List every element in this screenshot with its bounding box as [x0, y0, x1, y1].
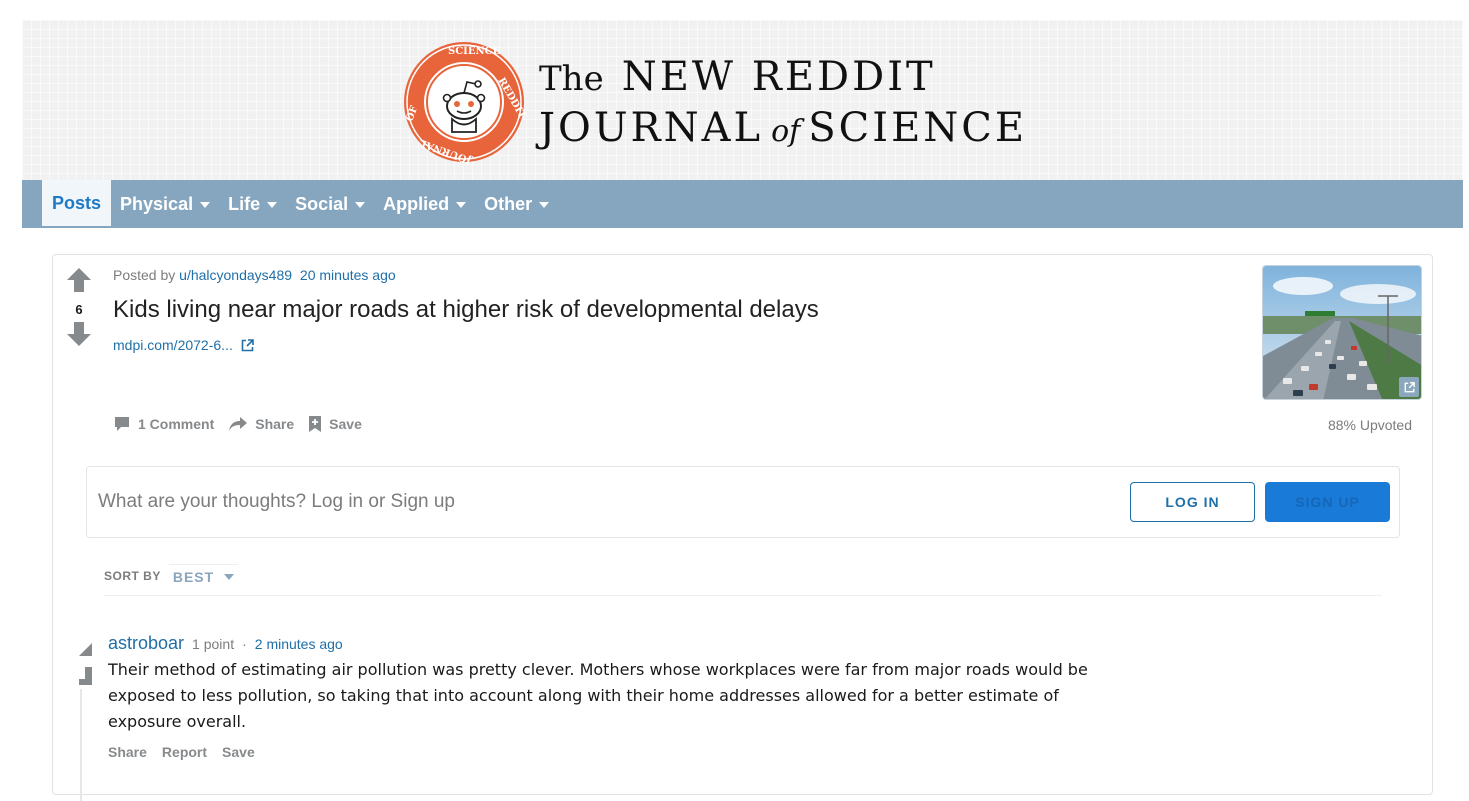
sort-by-label: SORT BY [104, 568, 161, 583]
save-button[interactable]: Save [308, 415, 362, 433]
comment-actions: Share Report Save [108, 744, 255, 760]
post-time-link[interactable]: 20 minutes ago [300, 267, 396, 283]
brand-of: of [771, 114, 801, 149]
posted-by-prefix: Posted by [113, 267, 176, 283]
brand-the: The [539, 59, 604, 99]
post-link-text: mdpi.com/2072-6... [113, 337, 233, 353]
comment-save-button[interactable]: Save [222, 744, 255, 760]
brand-journal: JOURNAL [539, 105, 764, 151]
comment-report-button[interactable]: Report [162, 744, 207, 760]
comment-upvote-icon[interactable] [77, 641, 93, 657]
post-score: 6 [75, 302, 83, 317]
comment-login-prompt-box: What are your thoughts? Log in or Sign u… [86, 466, 1400, 538]
sort-divider [104, 595, 1382, 596]
brand-science: SCIENCE [808, 105, 1028, 151]
nav-tab-applied[interactable]: Applied [374, 180, 475, 228]
comment-prompt-text[interactable]: What are your thoughts? Log in or Sign u… [98, 491, 455, 513]
comment-separator: · [242, 636, 247, 652]
log-in-button[interactable]: LOG IN [1130, 482, 1255, 522]
save-label: Save [329, 416, 362, 432]
caret-down-icon [267, 202, 278, 208]
upvote-arrow-icon[interactable] [66, 267, 92, 293]
sort-selected-value: BEST [172, 569, 215, 585]
comments-label: 1 Comment [138, 416, 215, 432]
nav-tab-label: Life [228, 193, 261, 214]
nav-tab-label: Posts [52, 192, 102, 213]
caret-down-icon [355, 202, 366, 208]
post-author-link[interactable]: u/halcyondays489 [179, 267, 292, 283]
external-link-icon [241, 338, 254, 351]
downvote-arrow-icon[interactable] [66, 321, 92, 347]
header-banner: SCIENCE REDDIT JOURNAL OF The NEW REDDIT … [22, 20, 1463, 180]
topic-nav: Posts Physical Life Social Applied Other [22, 180, 1463, 228]
svg-text:SCIENCE: SCIENCE [448, 46, 501, 57]
nav-tab-label: Applied [383, 193, 450, 214]
post-external-link[interactable]: mdpi.com/2072-6... [113, 337, 254, 353]
post-thumbnail[interactable] [1262, 265, 1422, 400]
thumbnail-external-link-icon [1399, 377, 1419, 397]
post-meta: Posted by u/halcyondays489 20 minutes ag… [113, 267, 396, 283]
nav-tab-posts[interactable]: Posts [42, 180, 112, 228]
comment-bubble-icon [115, 417, 129, 431]
caret-down-icon [200, 202, 211, 208]
post-vote-column: 6 [65, 267, 93, 352]
comment-vote-column [77, 641, 93, 691]
comment-author[interactable]: astroboar [108, 633, 184, 654]
post-title[interactable]: Kids living near major roads at higher r… [113, 296, 819, 324]
nav-tab-social[interactable]: Social [286, 180, 374, 228]
nav-tab-other[interactable]: Other [475, 180, 558, 228]
comment-share-button[interactable]: Share [108, 744, 147, 760]
journal-wordmark: The NEW REDDIT JOURNAL of SCIENCE [539, 54, 1027, 158]
comment-time[interactable]: 2 minutes ago [255, 636, 343, 652]
bookmark-plus-icon [309, 416, 322, 432]
nav-tab-label: Other [484, 193, 533, 214]
share-button[interactable]: Share [228, 416, 294, 432]
post-actions-bar: 1 Comment Share Save [113, 415, 362, 433]
sort-dropdown[interactable]: BEST [168, 564, 239, 587]
caret-down-icon [539, 202, 550, 208]
caret-down-icon [456, 202, 467, 208]
caret-down-icon [224, 574, 235, 580]
nav-tab-label: Physical [120, 193, 194, 214]
share-label: Share [255, 416, 295, 432]
comment-downvote-icon[interactable] [77, 666, 93, 686]
journal-emblem-logo[interactable]: SCIENCE REDDIT JOURNAL OF [402, 40, 526, 164]
brand-new-reddit: NEW REDDIT [621, 54, 936, 100]
nav-tab-label: Social [295, 193, 349, 214]
share-arrow-icon [229, 417, 248, 431]
comments-button[interactable]: 1 Comment [113, 415, 214, 433]
comment-sort: SORT BY BEST [104, 564, 239, 587]
comment-thread-line[interactable] [80, 689, 82, 801]
upvoted-percentage: 88% Upvoted [1327, 417, 1412, 433]
post-card: 6 Posted by u/halcyondays489 20 minutes … [52, 254, 1433, 801]
comment-header: astroboar 1 point · 2 minutes ago [108, 633, 343, 654]
comment-points: 1 point [192, 636, 235, 652]
comment-body: Their method of estimating air pollution… [108, 660, 1088, 731]
sign-up-button[interactable]: SIGN UP [1265, 482, 1390, 522]
nav-tab-physical[interactable]: Physical [111, 180, 219, 228]
nav-tab-life[interactable]: Life [219, 180, 286, 228]
